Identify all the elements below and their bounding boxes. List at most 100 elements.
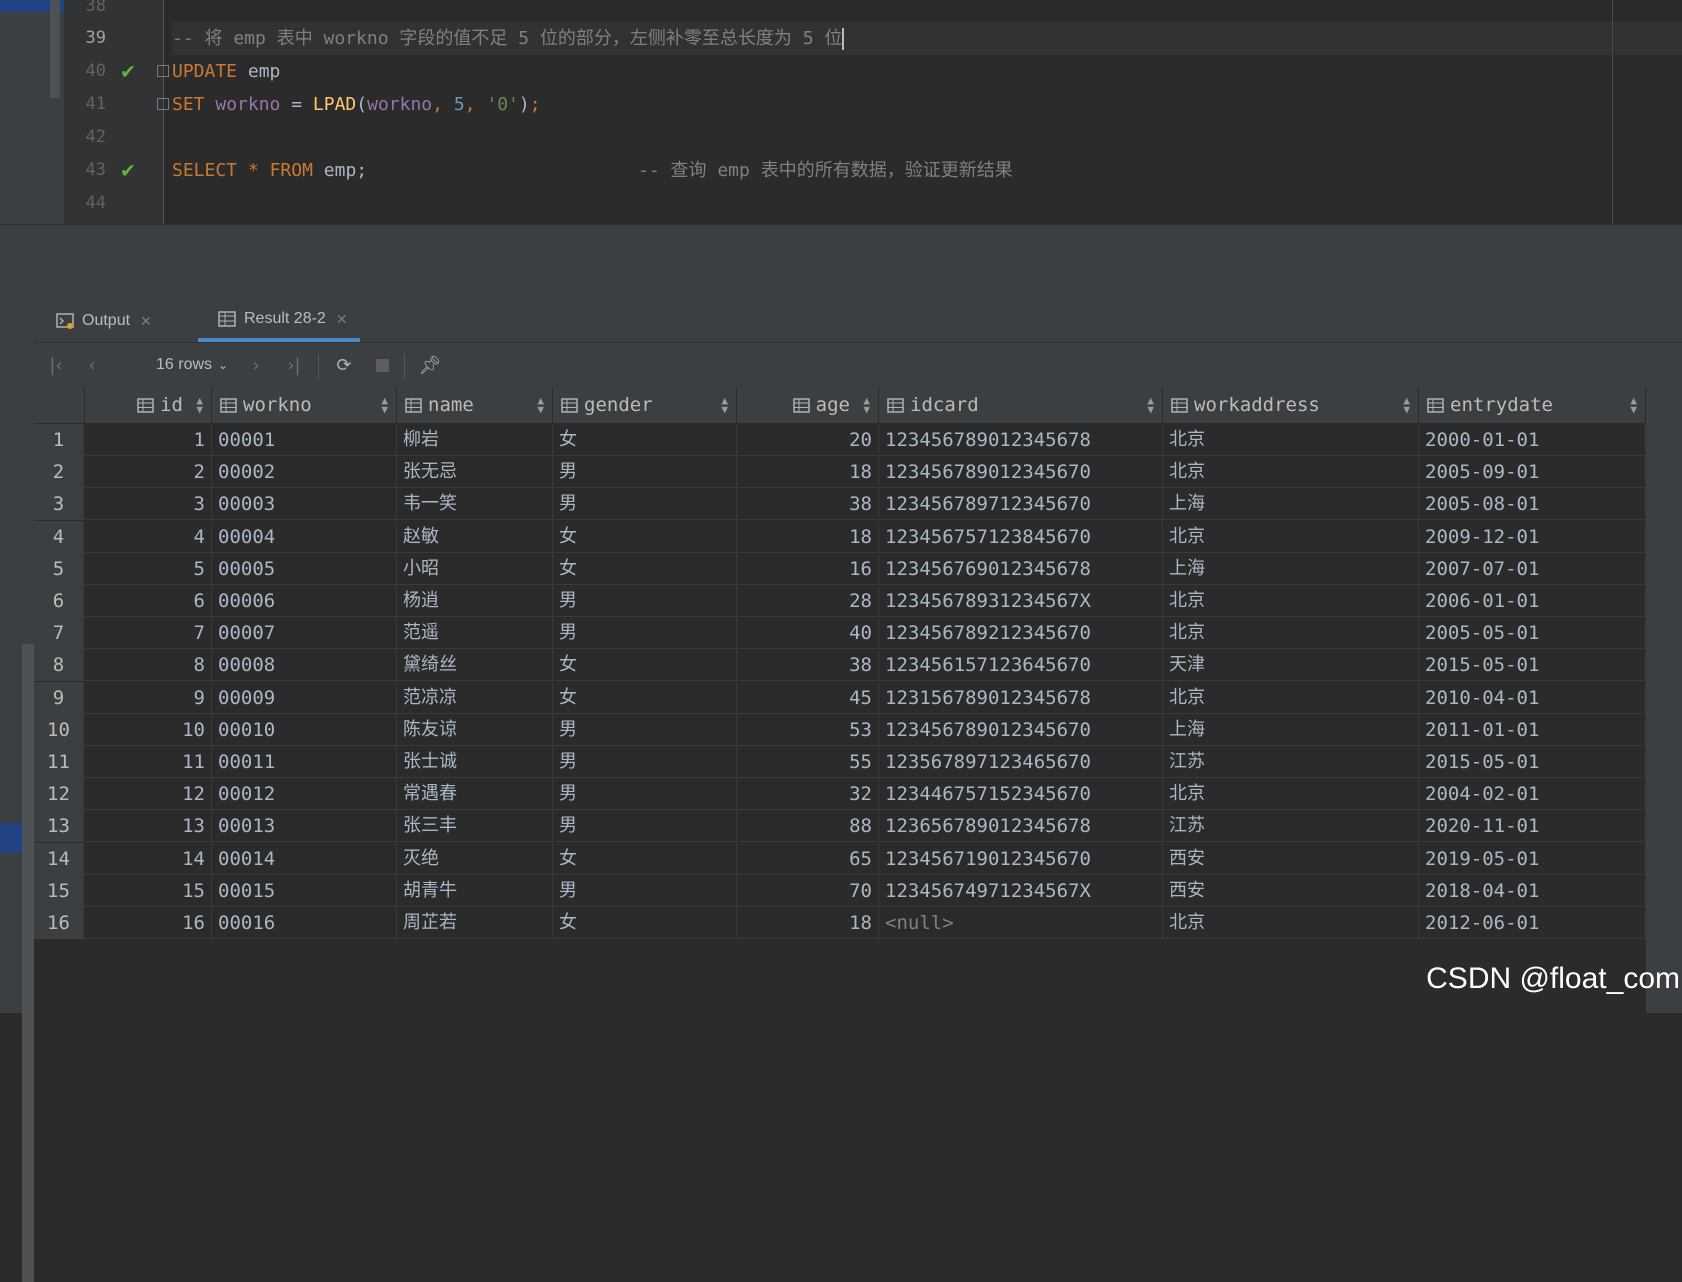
cell-workaddress[interactable]: 北京 [1163,585,1419,617]
cell-id[interactable]: 11 [84,746,212,778]
cell-age[interactable]: 16 [737,552,879,585]
first-page-icon[interactable]: |‹ [42,343,70,387]
cell-id[interactable]: 8 [84,649,212,682]
row-number[interactable]: 14 [34,842,84,875]
cell-age[interactable]: 55 [737,746,879,778]
cell-entrydate[interactable]: 2009-12-01 [1419,520,1646,553]
cell-workaddress[interactable]: 北京 [1163,456,1419,489]
cell-idcard[interactable]: 123456789012345678 [879,424,1163,456]
cell-entrydate[interactable]: 2004-02-01 [1419,778,1646,811]
cell-entrydate[interactable]: 2005-08-01 [1419,488,1646,521]
cell-gender[interactable]: 男 [553,874,737,907]
close-icon[interactable]: ✕ [336,311,348,328]
cell-workno[interactable]: 00009 [212,681,397,714]
table-row[interactable]: 11 11 00011 张士诚男 55 123567897123465670 江苏 2015-… [34,746,1646,778]
table-row[interactable]: 6 6 00006 杨逍男 28 12345678931234567X 北京 2006-01-… [34,585,1646,617]
cell-age[interactable]: 18 [737,907,879,939]
cell-gender[interactable]: 男 [553,778,737,811]
cell-idcard[interactable]: 123156789012345678 [879,681,1163,714]
cell-workno[interactable]: 00012 [212,778,397,811]
code-line-update[interactable]: UPDATE emp [172,55,1682,88]
fold-open-icon[interactable] [157,65,169,77]
row-number[interactable]: 5 [34,552,84,585]
cell-entrydate[interactable]: 2015-05-01 [1419,649,1646,682]
cell-workno[interactable]: 00007 [212,617,397,650]
cell-age[interactable]: 18 [737,520,879,553]
cell-workaddress[interactable]: 江苏 [1163,810,1419,843]
cell-gender[interactable]: 女 [553,907,737,939]
cell-workaddress[interactable]: 上海 [1163,488,1419,521]
column-header-workaddress[interactable]: workaddress ▲ ▼ [1163,387,1419,423]
column-header-age[interactable]: age ▲ ▼ [737,387,879,423]
cell-age[interactable]: 70 [737,874,879,907]
cell-id[interactable]: 10 [84,713,212,746]
cell-age[interactable]: 65 [737,842,879,875]
cell-workaddress[interactable]: 上海 [1163,552,1419,585]
cell-entrydate[interactable]: 2007-07-01 [1419,552,1646,585]
column-header-gender[interactable]: gender ▲ ▼ [553,387,737,423]
row-number[interactable]: 7 [34,617,84,650]
tab-result[interactable]: Result 28-2 ✕ [198,300,360,342]
sort-icon[interactable]: ▲ ▼ [1630,395,1637,415]
cell-name[interactable]: 张士诚 [397,746,553,778]
cell-workno[interactable]: 00011 [212,746,397,778]
cell-id[interactable]: 13 [84,810,212,843]
table-row[interactable]: 1 1 00001 柳岩女 20 123456789012345678 北京 2000-01-… [34,424,1646,456]
cell-idcard[interactable]: 123456757123845670 [879,520,1163,553]
pin-icon[interactable]: 📌︎ [414,343,446,387]
row-number[interactable]: 1 [34,424,84,456]
table-row[interactable]: 10 10 00010 陈友谅男 53 123456789012345670 上海 2011-… [34,713,1646,746]
cell-idcard[interactable]: 123446757152345670 [879,778,1163,811]
cell-entrydate[interactable]: 2005-09-01 [1419,456,1646,489]
cell-workaddress[interactable]: 北京 [1163,778,1419,811]
cell-age[interactable]: 18 [737,456,879,489]
row-number[interactable]: 10 [34,713,84,746]
code-line-comment[interactable]: -- 将 emp 表中 workno 字段的值不足 5 位的部分，左侧补零至总长… [172,22,1682,55]
cell-workno[interactable]: 00002 [212,456,397,489]
results-scrollbar[interactable] [22,644,34,1282]
cell-workno[interactable]: 00016 [212,907,397,939]
cell-workno[interactable]: 00003 [212,488,397,521]
table-row[interactable]: 12 12 00012 常遇春男 32 123446757152345670 北京 2004-… [34,778,1646,811]
cell-workaddress[interactable]: 天津 [1163,649,1419,682]
table-row[interactable]: 9 9 00009 范凉凉女 45 123156789012345678 北京 2010-04… [34,681,1646,714]
cell-gender[interactable]: 男 [553,713,737,746]
cell-id[interactable]: 2 [84,456,212,489]
table-row[interactable]: 2 2 00002 张无忌男 18 123456789012345670 北京 2005-09… [34,456,1646,489]
cell-age[interactable]: 38 [737,649,879,682]
cell-id[interactable]: 3 [84,488,212,521]
cell-idcard[interactable]: <null> [879,907,1163,939]
last-page-icon[interactable]: ›| [280,343,308,387]
cell-gender[interactable]: 男 [553,617,737,650]
cell-name[interactable]: 韦一笑 [397,488,553,521]
cell-age[interactable]: 53 [737,713,879,746]
cell-id[interactable]: 7 [84,617,212,650]
sort-icon[interactable]: ▲ ▼ [381,395,388,415]
sort-icon[interactable]: ▲ ▼ [1403,395,1410,415]
cell-name[interactable]: 杨逍 [397,585,553,617]
cell-age[interactable]: 40 [737,617,879,650]
panel-splitter[interactable] [0,258,1682,300]
table-row[interactable]: 15 15 00015 胡青牛男 70 12345674971234567X 西安 2018-… [34,874,1646,907]
cell-workno[interactable]: 00004 [212,520,397,553]
sql-editor[interactable]: 38 39 40 41 42 43 44 ✔ ✔ -- 将 emp 表中 wor… [0,0,1682,224]
cell-name[interactable]: 常遇春 [397,778,553,811]
stop-icon[interactable] [368,343,396,387]
cell-id[interactable]: 12 [84,778,212,811]
cell-workno[interactable]: 00015 [212,874,397,907]
editor-scroll-thumb[interactable] [50,0,60,98]
cell-gender[interactable]: 男 [553,488,737,521]
cell-name[interactable]: 范遥 [397,617,553,650]
cell-id[interactable]: 5 [84,552,212,585]
cell-workaddress[interactable]: 北京 [1163,681,1419,714]
cell-age[interactable]: 32 [737,778,879,811]
refresh-icon[interactable]: ⟳ [328,343,360,387]
cell-workno[interactable]: 00010 [212,713,397,746]
cell-idcard[interactable]: 123656789012345678 [879,810,1163,843]
table-row[interactable]: 3 3 00003 韦一笑男 38 123456789712345670 上海 2005-08… [34,488,1646,521]
prev-page-icon[interactable]: ‹ [78,343,106,387]
cell-idcard[interactable]: 123456789212345670 [879,617,1163,650]
cell-entrydate[interactable]: 2005-05-01 [1419,617,1646,650]
table-row[interactable]: 8 8 00008 黛绮丝女 38 123456157123645670 天津 2015-05… [34,649,1646,682]
cell-workaddress[interactable]: 北京 [1163,520,1419,553]
